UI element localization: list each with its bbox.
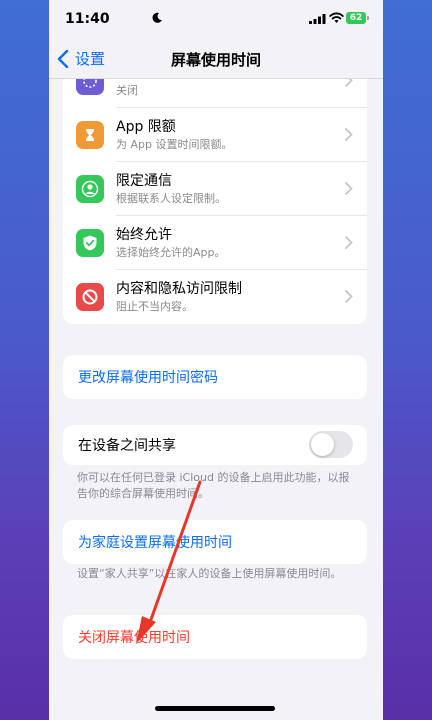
battery-tip bbox=[367, 16, 369, 20]
list-item-title: 始终允许 bbox=[116, 227, 172, 243]
chevron-right-icon bbox=[345, 236, 353, 249]
restriction-icon bbox=[76, 283, 104, 311]
turn-off-screen-time-label: 关闭屏幕使用时间 bbox=[78, 630, 190, 646]
list-item-subtitle: 根据联系人设定限制。 bbox=[116, 192, 226, 205]
share-across-devices-label: 在设备之间共享 bbox=[78, 438, 176, 454]
list-item-content-privacy[interactable]: 内容和隐私访问限制 阻止不当内容。 bbox=[63, 270, 367, 324]
moon-icon bbox=[152, 12, 162, 23]
passcode-group: 更改屏幕使用时间密码 bbox=[63, 355, 367, 399]
family-footnote: 设置“家人共享”以在家人的设备上使用屏幕使用时间。 bbox=[77, 567, 342, 580]
family-group: 为家庭设置屏幕使用时间 bbox=[63, 520, 367, 564]
battery-icon: 62 bbox=[346, 12, 366, 24]
list-item-always-allowed[interactable]: 始终允许 选择始终允许的App。 bbox=[63, 216, 367, 270]
hourglass-icon bbox=[76, 121, 104, 149]
checkmark-icon bbox=[76, 229, 104, 257]
share-across-devices-row: 在设备之间共享 bbox=[63, 425, 367, 465]
list-item-title: 内容和隐私访问限制 bbox=[116, 281, 242, 297]
list-item-subtitle: 选择始终允许的App。 bbox=[116, 246, 226, 259]
page-title: 屏幕使用时间 bbox=[170, 51, 261, 69]
list-item-communication-limits[interactable]: 限定通信 根据联系人设定限制。 bbox=[63, 162, 367, 216]
list-item-subtitle: 关闭 bbox=[116, 84, 138, 97]
share-group: 在设备之间共享 bbox=[63, 425, 367, 465]
chevron-right-icon bbox=[345, 290, 353, 303]
list-item-title: App 限额 bbox=[116, 119, 176, 135]
cellular-signal-icon bbox=[309, 14, 326, 24]
person-icon bbox=[76, 175, 104, 203]
status-bar: 11:40 62 bbox=[49, 0, 383, 40]
change-passcode-label: 更改屏幕使用时间密码 bbox=[78, 370, 218, 386]
list-item-subtitle: 为 App 设置时间限额。 bbox=[116, 138, 233, 151]
wifi-icon bbox=[329, 12, 344, 23]
navigation-bar: 设置 屏幕使用时间 bbox=[49, 40, 383, 79]
family-setup-label: 为家庭设置屏幕使用时间 bbox=[78, 535, 232, 551]
chevron-right-icon bbox=[345, 182, 353, 195]
toggle-knob bbox=[311, 433, 334, 456]
turn-off-screen-time-button[interactable]: 关闭屏幕使用时间 bbox=[63, 615, 367, 659]
list-item-subtitle: 阻止不当内容。 bbox=[116, 300, 193, 313]
family-setup-button[interactable]: 为家庭设置屏幕使用时间 bbox=[63, 520, 367, 564]
status-time: 11:40 bbox=[65, 11, 110, 27]
chevron-right-icon bbox=[345, 128, 353, 141]
turn-off-group: 关闭屏幕使用时间 bbox=[63, 615, 367, 659]
phone-screen: 11:40 62 设置 屏幕使用时间 关闭 App 限额 为 App 设置时间限… bbox=[49, 0, 383, 720]
list-item-app-limits[interactable]: App 限额 为 App 设置时间限额。 bbox=[63, 108, 367, 162]
share-across-devices-toggle[interactable] bbox=[309, 431, 353, 458]
change-passcode-button[interactable]: 更改屏幕使用时间密码 bbox=[63, 355, 367, 399]
settings-group: 关闭 App 限额 为 App 设置时间限额。 限定通信 根据联系人设定限制。 bbox=[63, 54, 367, 324]
share-footnote: 你可以在任何已登录 iCloud 的设备上启用此功能，以报告你的综合屏幕使用时间… bbox=[77, 471, 350, 500]
list-item-title: 限定通信 bbox=[116, 173, 172, 189]
home-indicator bbox=[155, 706, 275, 711]
